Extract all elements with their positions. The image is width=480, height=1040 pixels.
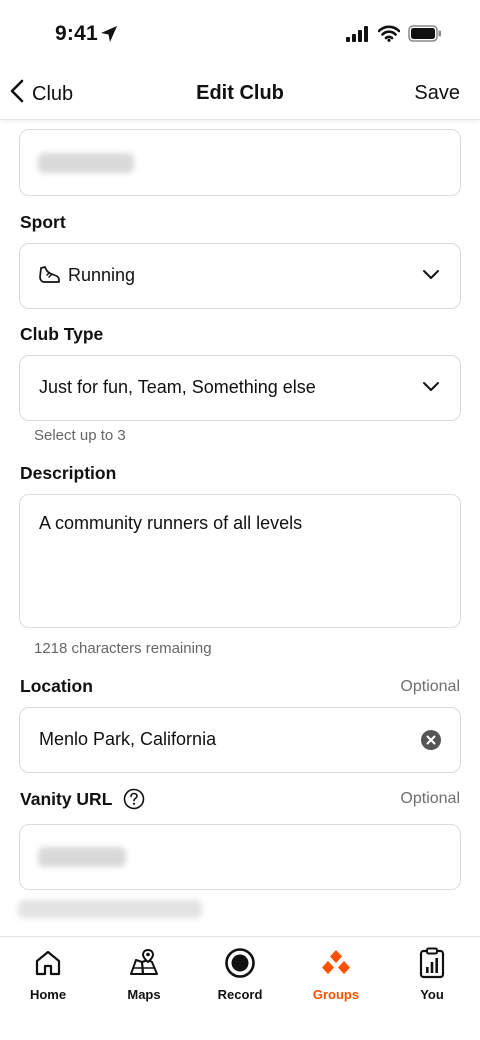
location-input[interactable]: Menlo Park, California	[19, 707, 461, 773]
tab-you[interactable]: You	[384, 945, 480, 1002]
battery-icon	[408, 25, 442, 47]
redacted-club-name	[38, 153, 134, 173]
description-label: Description	[20, 463, 117, 483]
tab-label: You	[420, 987, 444, 1002]
shoe-icon	[38, 265, 60, 290]
chevron-left-icon	[10, 79, 24, 109]
tab-label: Home	[29, 987, 67, 1002]
you-icon	[384, 945, 480, 981]
club-type-helper: Select up to 3	[34, 427, 126, 444]
groups-icon	[288, 945, 384, 981]
club-type-select[interactable]: Just for fun, Team, Something else	[19, 355, 461, 421]
back-label: Club	[32, 82, 74, 105]
vanity-url-input[interactable]	[19, 824, 461, 890]
save-button[interactable]: Save	[414, 82, 460, 105]
status-bar: 9:41	[0, 0, 480, 70]
sport-select[interactable]: Running	[19, 243, 461, 309]
description-textarea[interactable]: A community runners of all levels	[19, 494, 461, 628]
club-type-label: Club Type	[20, 324, 104, 344]
description-char-count: 1218 characters remaining	[34, 640, 212, 657]
tab-record[interactable]: Record	[192, 945, 288, 1002]
help-icon[interactable]	[123, 788, 145, 815]
vanity-url-label: Vanity URL	[20, 789, 113, 809]
club-name-field[interactable]	[19, 129, 461, 196]
cellular-signal-icon	[346, 25, 370, 47]
description-value: A community runners of all levels	[39, 513, 303, 533]
location-value: Menlo Park, California	[39, 729, 217, 749]
home-icon	[0, 945, 96, 981]
status-time: 9:41	[55, 22, 98, 45]
chevron-down-icon	[422, 379, 440, 397]
record-icon	[192, 945, 288, 981]
location-optional: Optional	[400, 678, 460, 695]
redacted-vanity-preview	[18, 900, 202, 918]
tab-home[interactable]: Home	[0, 945, 96, 1002]
tab-maps[interactable]: Maps	[96, 945, 192, 1002]
maps-icon	[96, 945, 192, 981]
tab-groups[interactable]: Groups	[288, 945, 384, 1002]
clear-icon[interactable]	[421, 730, 441, 755]
form-content[interactable]: Sport Running Club Type Just for fun, Te…	[0, 121, 480, 936]
back-button[interactable]: Club	[10, 78, 73, 110]
chevron-down-icon	[422, 267, 440, 285]
tab-label: Maps	[127, 987, 161, 1002]
tab-label: Record	[217, 987, 263, 1002]
location-label: Location	[20, 676, 93, 696]
tab-label: Groups	[312, 987, 360, 1002]
sport-value: Running	[68, 265, 136, 285]
club-type-value: Just for fun, Team, Something else	[39, 377, 316, 397]
redacted-vanity-url	[38, 847, 126, 867]
vanity-url-optional: Optional	[400, 790, 460, 807]
sport-label: Sport	[20, 212, 66, 232]
tab-bar: Home Maps Record Groups You	[0, 936, 480, 1040]
navigation-bar: Club Edit Club Save	[0, 70, 480, 120]
wifi-icon	[377, 25, 401, 47]
location-arrow-icon	[100, 25, 118, 48]
